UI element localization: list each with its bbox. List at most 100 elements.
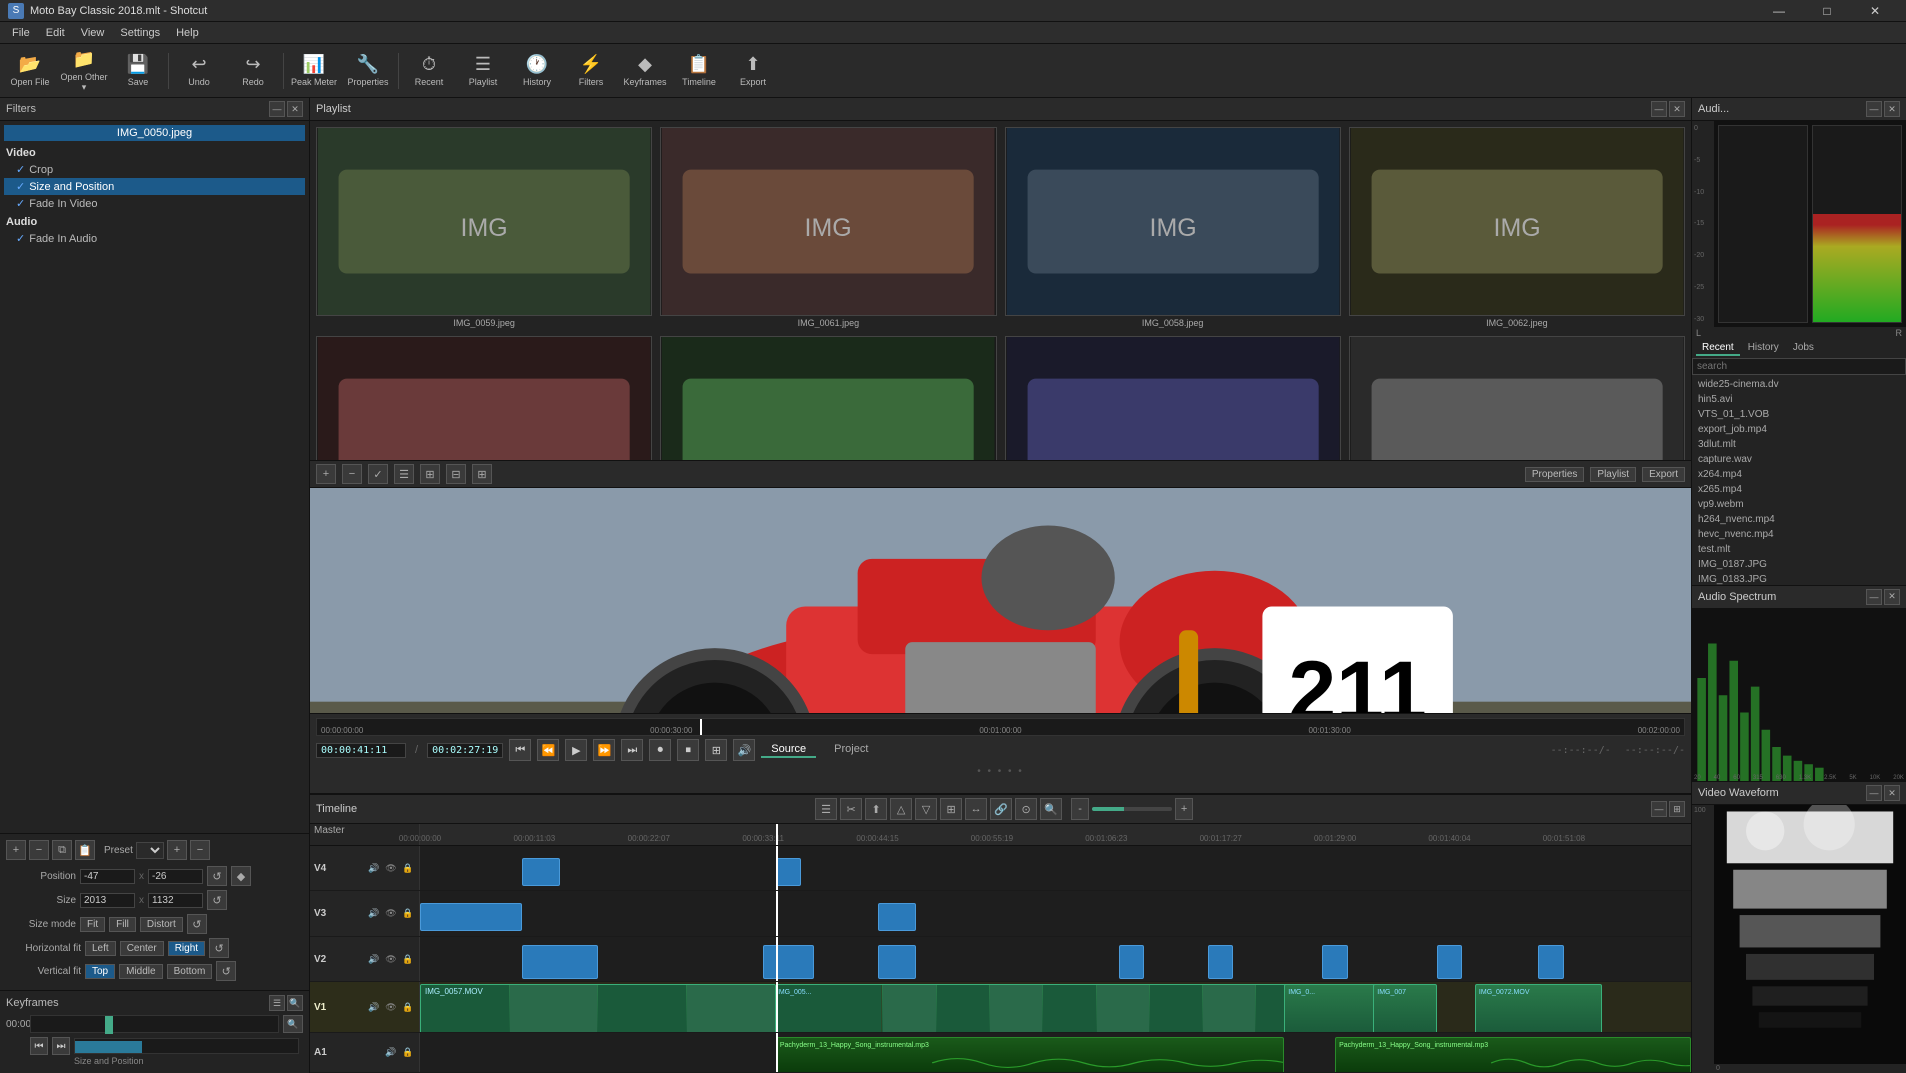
tl-cut-btn[interactable]: ✂ bbox=[840, 798, 862, 820]
playlist-item-5[interactable]: IMG_0064.jpeg bbox=[658, 334, 998, 460]
menu-view[interactable]: View bbox=[73, 25, 113, 41]
copy-filter-btn[interactable]: ⧉ bbox=[52, 840, 72, 860]
recent-item-3[interactable]: export_job.mp4 bbox=[1694, 422, 1904, 437]
history-tab[interactable]: History bbox=[1742, 341, 1785, 356]
size-reset-btn[interactable]: ↺ bbox=[207, 890, 227, 910]
step-back-btn[interactable]: ⏪ bbox=[537, 739, 559, 761]
vert-middle-btn[interactable]: Middle bbox=[119, 964, 162, 979]
properties-tab[interactable]: Properties bbox=[1525, 467, 1585, 482]
project-tab[interactable]: Project bbox=[824, 742, 878, 758]
filters-minimize-btn[interactable]: — bbox=[269, 101, 285, 117]
recent-item-13[interactable]: IMG_0183.JPG bbox=[1694, 572, 1904, 585]
vert-bottom-btn[interactable]: Bottom bbox=[167, 964, 213, 979]
v2-clip-7[interactable] bbox=[1437, 945, 1462, 979]
jobs-tab[interactable]: Jobs bbox=[1787, 341, 1820, 356]
recent-item-2[interactable]: VTS_01_1.VOB bbox=[1694, 407, 1904, 422]
peak-meter-button[interactable]: 📊 Peak Meter bbox=[288, 47, 340, 95]
play-btn[interactable]: ▶ bbox=[565, 739, 587, 761]
menu-help[interactable]: Help bbox=[168, 25, 207, 41]
redo-button[interactable]: ↪ Redo bbox=[227, 47, 279, 95]
properties-button[interactable]: 🔧 Properties bbox=[342, 47, 394, 95]
playlist-add-btn[interactable]: + bbox=[316, 464, 336, 484]
undo-button[interactable]: ↩ Undo bbox=[173, 47, 225, 95]
v2-clip-8[interactable] bbox=[1538, 945, 1563, 979]
filter-fade-in-video[interactable]: ✓ Fade In Video bbox=[4, 195, 305, 212]
position-reset-btn[interactable]: ↺ bbox=[207, 866, 227, 886]
toggle-in-btn[interactable]: ⏺ bbox=[649, 739, 671, 761]
filter-size-position[interactable]: ✓ Size and Position bbox=[4, 178, 305, 195]
v2-clip-5[interactable] bbox=[1208, 945, 1233, 979]
v3-clip-2[interactable] bbox=[878, 903, 916, 931]
playlist-list-btn[interactable]: ☰ bbox=[394, 464, 414, 484]
a1-lock-btn[interactable]: 🔒 bbox=[401, 1045, 415, 1059]
export-tab-btn[interactable]: Export bbox=[1642, 467, 1685, 482]
preset-remove-btn[interactable]: − bbox=[190, 840, 210, 860]
v4-lock-btn[interactable]: 🔒 bbox=[401, 861, 415, 875]
size-h-input[interactable] bbox=[148, 893, 203, 908]
filters-close-btn[interactable]: ✕ bbox=[287, 101, 303, 117]
recent-item-12[interactable]: IMG_0187.JPG bbox=[1694, 557, 1904, 572]
recent-item-5[interactable]: capture.wav bbox=[1694, 452, 1904, 467]
playlist-item-0[interactable]: IMG IMG_0059.jpeg bbox=[314, 125, 654, 330]
right-audio-minimize[interactable]: — bbox=[1866, 101, 1882, 117]
recent-item-10[interactable]: hevc_nvenc.mp4 bbox=[1694, 527, 1904, 542]
waveform-minimize-btn[interactable]: — bbox=[1866, 785, 1882, 801]
step-fwd-btn[interactable]: ⏩ bbox=[593, 739, 615, 761]
playlist-item-3[interactable]: IMG IMG_0062.jpeg bbox=[1347, 125, 1687, 330]
tl-menu-btn[interactable]: ☰ bbox=[815, 798, 837, 820]
recent-item-7[interactable]: x265.mp4 bbox=[1694, 482, 1904, 497]
v2-clip-3[interactable] bbox=[878, 945, 916, 979]
v1-clip-72b[interactable]: IMG_0072.MOV bbox=[1475, 984, 1602, 1032]
filter-crop[interactable]: ✓ Crop bbox=[4, 161, 305, 178]
tl-ripple-btn[interactable]: ↔ bbox=[965, 798, 987, 820]
menu-edit[interactable]: Edit bbox=[38, 25, 73, 41]
position-y-input[interactable] bbox=[148, 869, 203, 884]
tl-up-btn[interactable]: △ bbox=[890, 798, 912, 820]
tl-scrub-btn[interactable]: ⊙ bbox=[1015, 798, 1037, 820]
toggle-out-btn[interactable]: ⏹ bbox=[677, 739, 699, 761]
position-x-input[interactable] bbox=[80, 869, 135, 884]
volume-btn[interactable]: 🔊 bbox=[733, 739, 755, 761]
filter-fade-in-audio[interactable]: ✓ Fade In Audio bbox=[4, 230, 305, 247]
vert-reset-btn[interactable]: ↺ bbox=[216, 961, 236, 981]
export-button[interactable]: ⬆ Export bbox=[727, 47, 779, 95]
go-to-end-btn[interactable]: ⏭ bbox=[621, 739, 643, 761]
size-w-input[interactable] bbox=[80, 893, 135, 908]
playlist-item-7[interactable]: IMG_0067.jpeg bbox=[1347, 334, 1687, 460]
v2-eye-btn[interactable]: 👁 bbox=[384, 952, 398, 966]
playlist-view-btn[interactable]: ⊟ bbox=[446, 464, 466, 484]
v2-clip-4[interactable] bbox=[1119, 945, 1144, 979]
vert-top-btn[interactable]: Top bbox=[85, 964, 115, 979]
open-file-button[interactable]: 📂 Open File bbox=[4, 47, 56, 95]
waveform-close-btn[interactable]: ✕ bbox=[1884, 785, 1900, 801]
spectrum-minimize-btn[interactable]: — bbox=[1866, 589, 1882, 605]
playlist-item-1[interactable]: IMG IMG_0061.jpeg bbox=[658, 125, 998, 330]
v2-clip-1[interactable] bbox=[522, 945, 598, 979]
recent-item-9[interactable]: h264_nvenc.mp4 bbox=[1694, 512, 1904, 527]
a1-clip-2[interactable]: Pachyderm_13_Happy_Song_instrumental.mp3 bbox=[1335, 1037, 1691, 1072]
zoom-slider[interactable] bbox=[1092, 807, 1172, 811]
recent-item-4[interactable]: 3dlut.mlt bbox=[1694, 437, 1904, 452]
recent-tab[interactable]: Recent bbox=[1696, 341, 1740, 356]
playlist-minimize-btn[interactable]: — bbox=[1651, 101, 1667, 117]
v1-eye-btn[interactable]: 👁 bbox=[384, 1000, 398, 1014]
close-button[interactable]: ✕ bbox=[1852, 0, 1898, 22]
keyframe-thumb[interactable] bbox=[105, 1016, 113, 1034]
v4-audio-btn[interactable]: 🔊 bbox=[367, 861, 381, 875]
size-mode-fill[interactable]: Fill bbox=[109, 917, 136, 932]
right-audio-close[interactable]: ✕ bbox=[1884, 101, 1900, 117]
open-other-button[interactable]: 📁 Open Other ▾ bbox=[58, 47, 110, 95]
kf-zoom-in-btn[interactable]: 🔍 bbox=[287, 995, 303, 1011]
v2-clip-2[interactable] bbox=[763, 945, 814, 979]
timeline-float-btn[interactable]: ⊞ bbox=[1669, 801, 1685, 817]
v1-clip-007[interactable]: IMG_007 bbox=[1373, 984, 1437, 1032]
tl-zoom-out[interactable]: - bbox=[1071, 798, 1089, 820]
recent-item-6[interactable]: x264.mp4 bbox=[1694, 467, 1904, 482]
recent-button[interactable]: ⏱ Recent bbox=[403, 47, 455, 95]
menu-settings[interactable]: Settings bbox=[112, 25, 168, 41]
playlist-check-btn[interactable]: ✓ bbox=[368, 464, 388, 484]
a1-audio-btn[interactable]: 🔊 bbox=[384, 1045, 398, 1059]
v1-lock-btn[interactable]: 🔒 bbox=[401, 1000, 415, 1014]
add-filter-btn[interactable]: + bbox=[6, 840, 26, 860]
playlist-item-4[interactable]: IMG_0063.jpeg bbox=[314, 334, 654, 460]
